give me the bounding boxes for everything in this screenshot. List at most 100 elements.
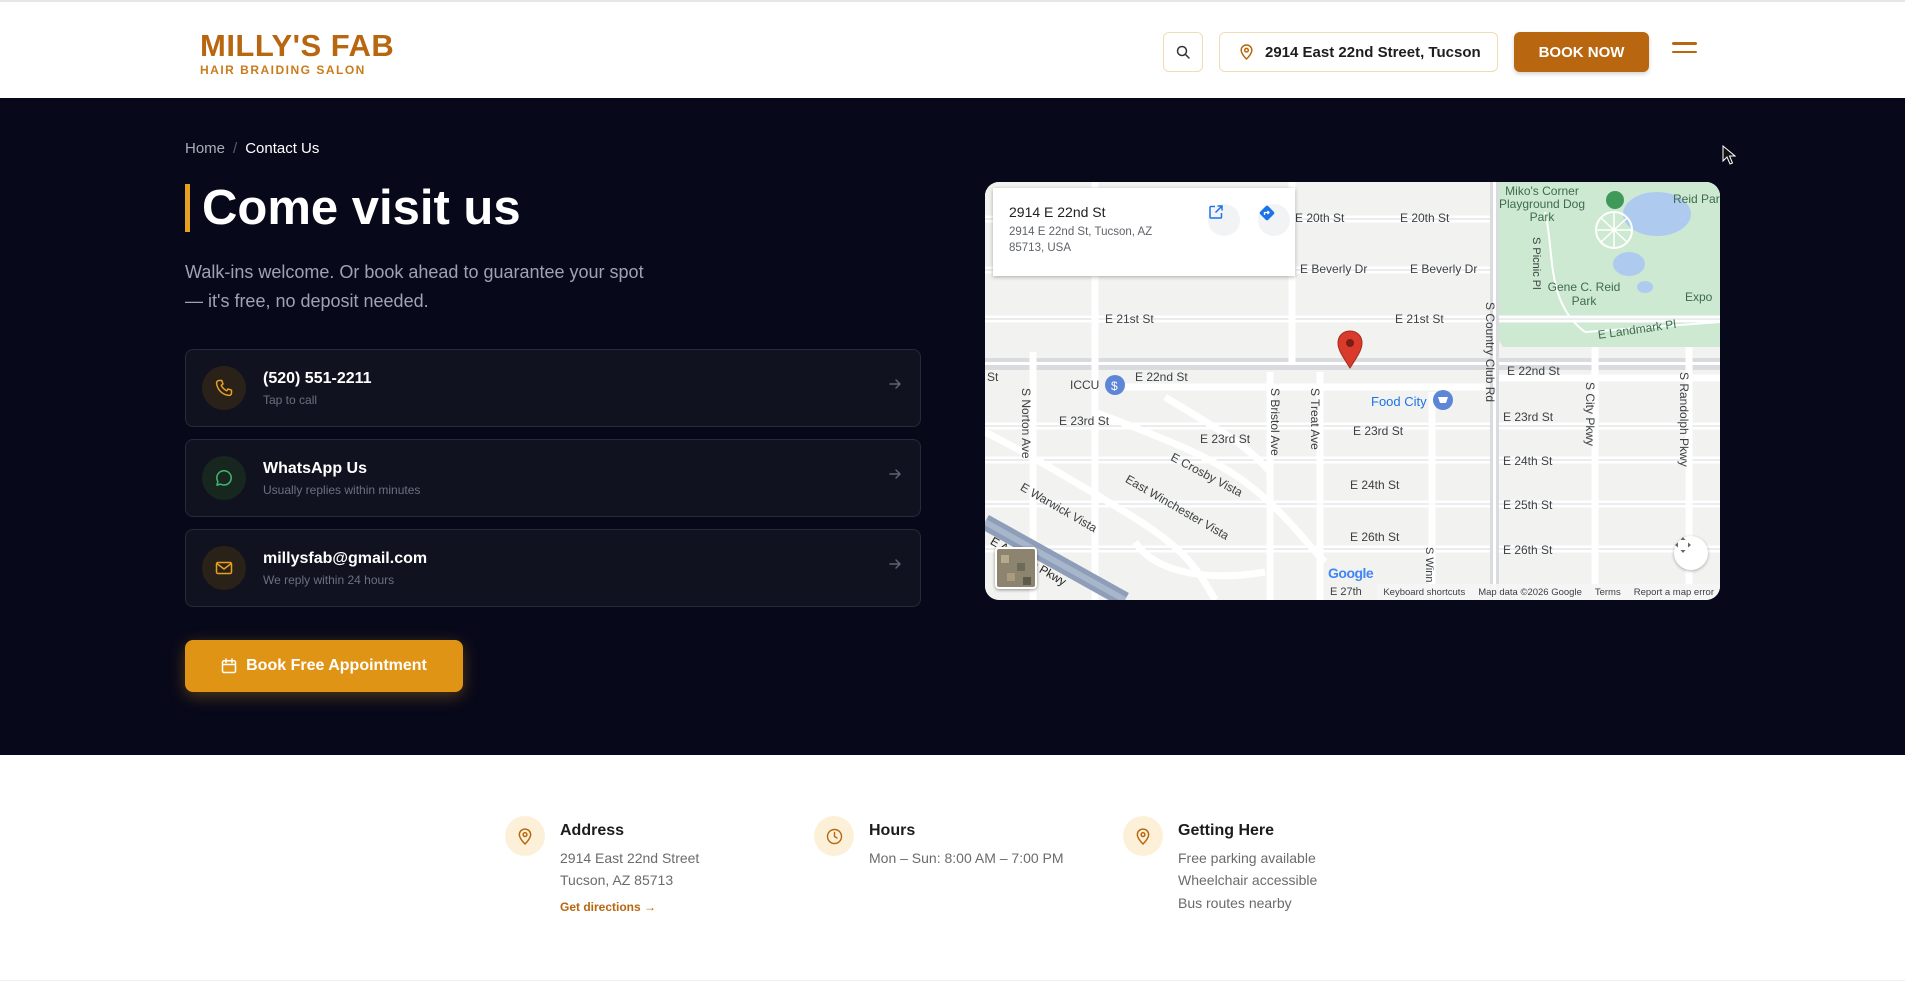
map-label: E 22nd St xyxy=(1507,364,1560,378)
clock-icon xyxy=(814,816,854,856)
map-label: E 23rd St xyxy=(1353,424,1404,438)
logo-title: MILLY'S FAB xyxy=(200,28,395,63)
map-label: S Bristol Ave xyxy=(1268,388,1282,456)
whatsapp-card[interactable]: WhatsApp Us Usually replies within minut… xyxy=(185,439,921,517)
map-label: E 26th St xyxy=(1350,530,1400,544)
logo[interactable]: MILLY'S FAB HAIR BRAIDING SALON xyxy=(200,28,395,78)
map-label: E Beverly Dr xyxy=(1300,262,1368,276)
map-attribution: Keyboard shortcuts Map data ©2026 Google… xyxy=(1377,584,1720,600)
map-label: S Treat Ave xyxy=(1308,388,1322,450)
map-place-address: 2914 E 22nd St, Tucson, AZ 85713, USA xyxy=(1009,226,1153,254)
map-place-card: 2914 E 22nd St 2914 E 22nd St, Tucson, A… xyxy=(993,188,1295,276)
email-card[interactable]: millysfab@gmail.com We reply within 24 h… xyxy=(185,529,921,607)
map-label: S Country Club Rd xyxy=(1483,302,1497,403)
book-appointment-label: Book Free Appointment xyxy=(246,657,427,674)
map-label: E Beverly Dr xyxy=(1410,262,1478,276)
book-appointment-button[interactable]: Book Free Appointment xyxy=(185,640,463,692)
map-label: St xyxy=(987,370,999,384)
map-pin-icon xyxy=(1240,44,1253,60)
getting-here-line: Free parking available xyxy=(1178,850,1316,866)
fullscreen-icon[interactable] xyxy=(1674,536,1708,570)
calendar-icon xyxy=(221,658,237,674)
map-label: S Winn xyxy=(1423,547,1435,583)
hamburger-menu-icon[interactable] xyxy=(1672,42,1697,62)
terms-link[interactable]: Terms xyxy=(1595,587,1621,598)
breadcrumb-separator: / xyxy=(233,140,238,157)
arrow-right-icon xyxy=(889,559,901,569)
map-label: E 23rd St xyxy=(1503,410,1554,424)
map-label: S City Pkwy xyxy=(1583,382,1597,447)
map-place-title: 2914 E 22nd St xyxy=(1009,204,1106,220)
map-label: S Randolph Pkwy xyxy=(1677,372,1691,467)
section-divider xyxy=(0,980,1905,981)
map-label: ICCU xyxy=(1070,378,1100,392)
whatsapp-title: WhatsApp Us xyxy=(263,460,367,477)
address-line: 2914 East 22nd Street xyxy=(560,850,700,866)
site-header: MILLY'S FAB HAIR BRAIDING SALON 2914 Eas… xyxy=(0,0,1905,98)
getting-here-line: Wheelchair accessible xyxy=(1178,872,1318,888)
breadcrumb: Home / Contact Us xyxy=(185,140,319,157)
search-icon xyxy=(1176,45,1190,59)
map-label: Reid Par xyxy=(1673,192,1720,206)
mouse-cursor-icon xyxy=(1722,145,1736,165)
page-description: Walk-ins welcome. Or book ahead to guara… xyxy=(185,262,644,311)
report-error-link[interactable]: Report a map error xyxy=(1634,587,1714,598)
map-label: E 23rd St xyxy=(1059,414,1110,428)
phone-subtitle: Tap to call xyxy=(263,393,318,407)
map-label: E 20th St xyxy=(1400,211,1450,225)
map-layer-toggle[interactable] xyxy=(995,547,1037,589)
map-label: E 22nd St xyxy=(1135,370,1188,384)
page-title: Come visit us xyxy=(185,184,521,233)
arrow-right-icon xyxy=(889,379,901,389)
directions-icon[interactable] xyxy=(1258,204,1290,236)
google-logo: Google xyxy=(1328,565,1374,581)
map-label: S Picnic Pl xyxy=(1530,237,1542,290)
hours-title: Hours xyxy=(869,822,916,839)
hours-line: Mon – Sun: 8:00 AM – 7:00 PM xyxy=(869,850,1064,866)
map-label: Miko's Corner Playground Dog Park xyxy=(1498,184,1586,224)
google-map[interactable]: $ E 20th St E 20th St E Beverly Dr E Bev… xyxy=(985,182,1720,600)
logo-subtitle: HAIR BRAIDING SALON xyxy=(200,63,366,77)
map-label: Food City xyxy=(1371,394,1427,409)
map-label: E 24th St xyxy=(1503,454,1553,468)
open-external-icon[interactable] xyxy=(1208,204,1240,236)
breadcrumb-current: Contact Us xyxy=(245,140,320,157)
map-label: E 23rd St xyxy=(1200,432,1251,446)
map-label: E 21st St xyxy=(1105,312,1154,326)
map-pin-icon xyxy=(1123,816,1163,856)
address-line: Tucson, AZ 85713 xyxy=(560,872,674,888)
map-label: Gene C. Reid Park xyxy=(1547,280,1621,308)
google-logo-text: Google xyxy=(1328,565,1374,581)
arrow-right-icon xyxy=(889,469,901,479)
mail-icon xyxy=(202,546,246,590)
book-now-button[interactable]: BOOK NOW xyxy=(1514,32,1649,72)
email-subtitle: We reply within 24 hours xyxy=(263,573,395,587)
email-address: millysfab@gmail.com xyxy=(263,550,428,567)
getting-here-line: Bus routes nearby xyxy=(1178,895,1292,911)
map-label: Expo xyxy=(1685,290,1713,304)
map-label: E 24th St xyxy=(1350,478,1400,492)
map-data-text: Map data ©2026 Google xyxy=(1478,586,1582,598)
get-directions-link[interactable]: Get directions → xyxy=(560,900,656,914)
phone-number: (520) 551-2211 xyxy=(263,370,372,387)
map-pin-icon xyxy=(505,816,545,856)
map-label: E 27th xyxy=(1330,586,1362,598)
address-button[interactable]: 2914 East 22nd Street, Tucson xyxy=(1219,32,1498,72)
breadcrumb-home[interactable]: Home xyxy=(185,140,225,157)
keyboard-shortcuts-link[interactable]: Keyboard shortcuts xyxy=(1383,587,1465,598)
map-label: E 26th St xyxy=(1503,543,1553,557)
whatsapp-icon xyxy=(202,456,246,500)
address-button-label: 2914 East 22nd Street, Tucson xyxy=(1265,43,1481,61)
contact-hero: Home / Contact Us Come visit us Walk-ins… xyxy=(0,98,1905,755)
map-label: S Norton Ave xyxy=(1019,388,1033,459)
getting-here-title: Getting Here xyxy=(1178,822,1275,839)
map-label: E 21st St xyxy=(1395,312,1444,326)
whatsapp-subtitle: Usually replies within minutes xyxy=(263,483,421,497)
map-label: E 25th St xyxy=(1503,498,1553,512)
svg-text:$: $ xyxy=(1111,379,1118,393)
map-label: E 20th St xyxy=(1295,211,1345,225)
phone-card[interactable]: (520) 551-2211 Tap to call xyxy=(185,349,921,427)
phone-icon xyxy=(202,366,246,410)
search-button[interactable] xyxy=(1163,32,1203,72)
address-title: Address xyxy=(560,822,625,839)
